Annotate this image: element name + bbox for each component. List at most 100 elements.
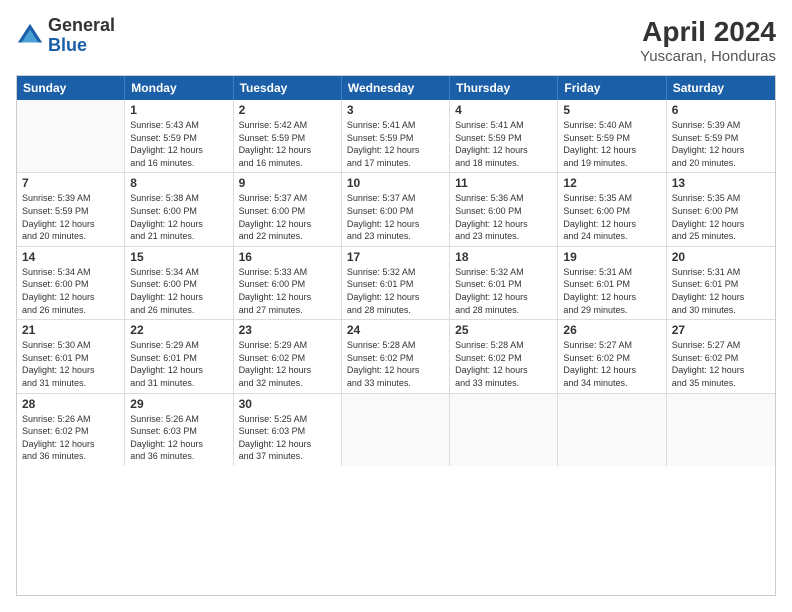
cal-cell-2-0: 14 Sunrise: 5:34 AM Sunset: 6:00 PM Dayli… [17,247,125,319]
header-wednesday: Wednesday [342,76,450,100]
cal-cell-0-3: 3 Sunrise: 5:41 AM Sunset: 5:59 PM Daylig… [342,100,450,172]
day-number: 20 [672,250,770,264]
cal-cell-4-3 [342,394,450,466]
day-info: Sunrise: 5:41 AM Sunset: 5:59 PM Dayligh… [347,119,444,169]
day-info: Sunrise: 5:29 AM Sunset: 6:01 PM Dayligh… [130,339,227,389]
cal-cell-0-0 [17,100,125,172]
cal-cell-4-6 [667,394,775,466]
day-number: 6 [672,103,770,117]
day-info: Sunrise: 5:39 AM Sunset: 5:59 PM Dayligh… [22,192,119,242]
day-info: Sunrise: 5:43 AM Sunset: 5:59 PM Dayligh… [130,119,227,169]
calendar-week-2: 14 Sunrise: 5:34 AM Sunset: 6:00 PM Dayli… [17,247,775,320]
day-number: 3 [347,103,444,117]
day-info: Sunrise: 5:40 AM Sunset: 5:59 PM Dayligh… [563,119,660,169]
title-area: April 2024 Yuscaran, Honduras [640,16,776,65]
calendar-subtitle: Yuscaran, Honduras [640,48,776,65]
day-number: 9 [239,176,336,190]
header-tuesday: Tuesday [234,76,342,100]
cal-cell-0-2: 2Sunrise: 5:42 AM Sunset: 5:59 PM Daylig… [234,100,342,172]
cal-cell-2-1: 15 Sunrise: 5:34 AM Sunset: 6:00 PM Dayli… [125,247,233,319]
calendar-week-3: 21 Sunrise: 5:30 AM Sunset: 6:01 PM Dayli… [17,320,775,393]
day-info: Sunrise: 5:37 AM Sunset: 6:00 PM Dayligh… [239,192,336,242]
day-info: Sunrise: 5:34 AM Sunset: 6:00 PM Dayligh… [22,266,119,316]
day-info: Sunrise: 5:25 AM Sunset: 6:03 PM Dayligh… [239,413,336,463]
cal-cell-1-3: 10 Sunrise: 5:37 AM Sunset: 6:00 PM Dayli… [342,173,450,245]
day-number: 21 [22,323,119,337]
logo-blue: Blue [48,35,87,55]
day-info: Sunrise: 5:38 AM Sunset: 6:00 PM Dayligh… [130,192,227,242]
day-number: 29 [130,397,227,411]
day-number: 14 [22,250,119,264]
day-number: 12 [563,176,660,190]
day-info: Sunrise: 5:32 AM Sunset: 6:01 PM Dayligh… [455,266,552,316]
cal-cell-3-0: 21 Sunrise: 5:30 AM Sunset: 6:01 PM Dayli… [17,320,125,392]
logo-icon [16,22,44,50]
cal-cell-2-3: 17 Sunrise: 5:32 AM Sunset: 6:01 PM Dayli… [342,247,450,319]
day-info: Sunrise: 5:29 AM Sunset: 6:02 PM Dayligh… [239,339,336,389]
header: General Blue April 2024 Yuscaran, Hondur… [16,16,776,65]
cal-cell-2-5: 19 Sunrise: 5:31 AM Sunset: 6:01 PM Dayli… [558,247,666,319]
day-number: 1 [130,103,227,117]
day-info: Sunrise: 5:39 AM Sunset: 5:59 PM Dayligh… [672,119,770,169]
day-info: Sunrise: 5:28 AM Sunset: 6:02 PM Dayligh… [455,339,552,389]
day-number: 15 [130,250,227,264]
cal-cell-0-5: 5 Sunrise: 5:40 AM Sunset: 5:59 PM Daylig… [558,100,666,172]
day-number: 26 [563,323,660,337]
cal-cell-0-6: 6 Sunrise: 5:39 AM Sunset: 5:59 PM Daylig… [667,100,775,172]
logo: General Blue [16,16,115,56]
cal-cell-3-1: 22 Sunrise: 5:29 AM Sunset: 6:01 PM Dayli… [125,320,233,392]
day-info: Sunrise: 5:34 AM Sunset: 6:00 PM Dayligh… [130,266,227,316]
day-number: 5 [563,103,660,117]
day-info: Sunrise: 5:30 AM Sunset: 6:01 PM Dayligh… [22,339,119,389]
calendar-body: 1 Sunrise: 5:43 AM Sunset: 5:59 PM Daylig… [17,100,775,466]
day-info: Sunrise: 5:31 AM Sunset: 6:01 PM Dayligh… [563,266,660,316]
day-number: 17 [347,250,444,264]
calendar-title: April 2024 [640,16,776,48]
day-info: Sunrise: 5:27 AM Sunset: 6:02 PM Dayligh… [672,339,770,389]
logo-general: General [48,15,115,35]
day-info: Sunrise: 5:32 AM Sunset: 6:01 PM Dayligh… [347,266,444,316]
day-number: 22 [130,323,227,337]
cal-cell-4-1: 29 Sunrise: 5:26 AM Sunset: 6:03 PM Dayli… [125,394,233,466]
cal-cell-2-4: 18Sunrise: 5:32 AM Sunset: 6:01 PM Dayli… [450,247,558,319]
cal-cell-1-0: 7 Sunrise: 5:39 AM Sunset: 5:59 PM Daylig… [17,173,125,245]
cal-cell-4-5 [558,394,666,466]
header-sunday: Sunday [17,76,125,100]
header-friday: Friday [558,76,666,100]
calendar-week-1: 7 Sunrise: 5:39 AM Sunset: 5:59 PM Daylig… [17,173,775,246]
day-info: Sunrise: 5:28 AM Sunset: 6:02 PM Dayligh… [347,339,444,389]
cal-cell-1-2: 9 Sunrise: 5:37 AM Sunset: 6:00 PM Daylig… [234,173,342,245]
cal-cell-3-3: 24 Sunrise: 5:28 AM Sunset: 6:02 PM Dayli… [342,320,450,392]
day-number: 25 [455,323,552,337]
day-info: Sunrise: 5:31 AM Sunset: 6:01 PM Dayligh… [672,266,770,316]
header-monday: Monday [125,76,233,100]
day-number: 10 [347,176,444,190]
day-info: Sunrise: 5:41 AM Sunset: 5:59 PM Dayligh… [455,119,552,169]
cal-cell-3-5: 26Sunrise: 5:27 AM Sunset: 6:02 PM Dayli… [558,320,666,392]
day-number: 27 [672,323,770,337]
day-info: Sunrise: 5:37 AM Sunset: 6:00 PM Dayligh… [347,192,444,242]
day-info: Sunrise: 5:26 AM Sunset: 6:03 PM Dayligh… [130,413,227,463]
day-number: 8 [130,176,227,190]
cal-cell-3-6: 27 Sunrise: 5:27 AM Sunset: 6:02 PM Dayli… [667,320,775,392]
day-info: Sunrise: 5:42 AM Sunset: 5:59 PM Dayligh… [239,119,336,169]
day-number: 24 [347,323,444,337]
day-number: 7 [22,176,119,190]
day-number: 13 [672,176,770,190]
calendar-week-4: 28Sunrise: 5:26 AM Sunset: 6:02 PM Dayli… [17,394,775,466]
cal-cell-4-2: 30Sunrise: 5:25 AM Sunset: 6:03 PM Dayli… [234,394,342,466]
cal-cell-4-4 [450,394,558,466]
cal-cell-0-4: 4 Sunrise: 5:41 AM Sunset: 5:59 PM Daylig… [450,100,558,172]
day-info: Sunrise: 5:33 AM Sunset: 6:00 PM Dayligh… [239,266,336,316]
day-number: 11 [455,176,552,190]
header-thursday: Thursday [450,76,558,100]
cal-cell-0-1: 1 Sunrise: 5:43 AM Sunset: 5:59 PM Daylig… [125,100,233,172]
page: General Blue April 2024 Yuscaran, Hondur… [0,0,792,612]
cal-cell-2-6: 20 Sunrise: 5:31 AM Sunset: 6:01 PM Dayli… [667,247,775,319]
day-number: 4 [455,103,552,117]
cal-cell-1-6: 13Sunrise: 5:35 AM Sunset: 6:00 PM Dayli… [667,173,775,245]
cal-cell-1-4: 11Sunrise: 5:36 AM Sunset: 6:00 PM Dayli… [450,173,558,245]
day-info: Sunrise: 5:26 AM Sunset: 6:02 PM Dayligh… [22,413,119,463]
calendar-week-0: 1 Sunrise: 5:43 AM Sunset: 5:59 PM Daylig… [17,100,775,173]
day-number: 19 [563,250,660,264]
